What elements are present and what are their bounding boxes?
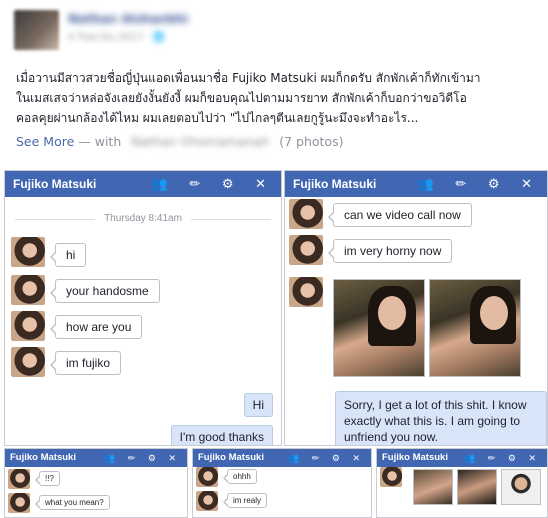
contact-avatar <box>11 275 45 305</box>
chat-header[interactable]: Fujiko Matsuki 👥 ✏ ⚙ ✕ <box>377 449 547 467</box>
chat-photo[interactable] <box>333 279 425 377</box>
outgoing-message: Sorry, I get a lot of this shit. I know … <box>335 391 547 445</box>
chat-photo[interactable] <box>413 469 453 505</box>
incoming-message: im realy <box>222 493 268 508</box>
tagged-friend-link[interactable]: Nathan Ohomamanah <box>131 134 269 149</box>
facebook-post: Nathan Alshanbhi 4 กันยายน 2017 · 🌐 เมื่… <box>0 0 548 518</box>
chat-header-icons[interactable]: 👥 ✏ ⚙ ✕ <box>104 449 181 467</box>
contact-avatar <box>11 237 45 267</box>
chat-contact-name[interactable]: Fujiko Matsuki <box>382 452 448 463</box>
incoming-message: your handosme <box>50 279 160 303</box>
with-label: — with <box>78 134 122 149</box>
chat-photo[interactable] <box>429 279 521 377</box>
contact-avatar <box>11 311 45 341</box>
incoming-message: hi <box>49 243 87 267</box>
post-line: คอลคุยผ่านกล้องได้ไหม ผมเลยตอบไปว่า "ไปไ… <box>16 111 419 125</box>
chat-timestamp: Thursday 8:41am <box>5 213 281 224</box>
incoming-message: !!? <box>35 471 60 486</box>
chat-screenshot-1[interactable]: Fujiko Matsuki 👥 ✏ ⚙ ✕ Thursday 8:41am h… <box>4 170 282 446</box>
chat-header[interactable]: Fujiko Matsuki 👥 ✏ ⚙ ✕ <box>5 449 187 467</box>
author-name[interactable]: Nathan Alshanbhi <box>68 12 188 26</box>
chat-header[interactable]: Fujiko Matsuki 👥 ✏ ⚙ ✕ <box>5 171 281 197</box>
chat-header-icons[interactable]: 👥 ✏ ⚙ ✕ <box>288 449 365 467</box>
chat-header-icons[interactable]: 👥 ✏ ⚙ ✕ <box>418 171 541 197</box>
contact-avatar <box>289 277 323 307</box>
chat-screenshot-2[interactable]: Fujiko Matsuki 👥 ✏ ⚙ ✕ can we video call… <box>284 170 548 446</box>
outgoing-message: Hi <box>243 393 273 417</box>
chat-screenshot-4[interactable]: Fujiko Matsuki 👥 ✏ ⚙ ✕ ohhh im realy <box>192 448 372 518</box>
contact-avatar <box>289 235 323 265</box>
video-call-photo[interactable] <box>501 469 541 505</box>
contact-avatar <box>11 347 45 377</box>
incoming-message: how are you <box>49 315 143 339</box>
chat-contact-name[interactable]: Fujiko Matsuki <box>198 452 264 463</box>
post-line: ในเมสเสจว่าหล่อจังเลยยังงั้นยังงี้ ผมก็ข… <box>16 91 467 105</box>
author-avatar[interactable] <box>14 10 59 50</box>
chat-photo[interactable] <box>457 469 497 505</box>
see-more-link[interactable]: See More <box>16 134 74 149</box>
outgoing-message: I'm good thanks <box>170 425 273 445</box>
incoming-message: im fujiko <box>49 351 122 375</box>
post-line: เมื่อวานมีสาวสวยชื่อญี่ปุ่นแอดเพื่อนมาชื… <box>16 71 481 85</box>
post-body: เมื่อวานมีสาวสวยชื่อญี่ปุ่นแอดเพื่อนมาชื… <box>16 68 548 128</box>
chat-contact-name[interactable]: Fujiko Matsuki <box>293 177 376 191</box>
contact-avatar <box>289 199 323 229</box>
chat-header[interactable]: Fujiko Matsuki 👥 ✏ ⚙ ✕ <box>193 449 371 467</box>
contact-avatar <box>8 469 30 489</box>
photo-count[interactable]: (7 photos) <box>279 134 343 149</box>
incoming-message: can we video call now <box>328 203 472 227</box>
chat-screenshot-3[interactable]: Fujiko Matsuki 👥 ✏ ⚙ ✕ !!? what you mean… <box>4 448 188 518</box>
incoming-message: ohhh <box>223 469 257 484</box>
chat-contact-name[interactable]: Fujiko Matsuki <box>10 452 76 463</box>
contact-avatar <box>196 467 218 487</box>
contact-avatar <box>8 493 30 513</box>
incoming-message: im very horny now <box>327 239 453 263</box>
contact-avatar <box>380 467 402 487</box>
chat-contact-name[interactable]: Fujiko Matsuki <box>13 177 96 191</box>
incoming-message: what you mean? <box>35 495 110 510</box>
chat-header-icons[interactable]: 👥 ✏ ⚙ ✕ <box>152 171 275 197</box>
contact-avatar <box>196 491 218 511</box>
chat-screenshot-5[interactable]: Fujiko Matsuki 👥 ✏ ⚙ ✕ <box>376 448 548 518</box>
chat-header[interactable]: Fujiko Matsuki 👥 ✏ ⚙ ✕ <box>285 171 547 197</box>
see-more-row: See More — with Nathan Ohomamanah (7 pho… <box>16 134 343 149</box>
post-meta: 4 กันยายน 2017 · 🌐 <box>68 32 166 43</box>
chat-header-icons[interactable]: 👥 ✏ ⚙ ✕ <box>464 449 541 467</box>
